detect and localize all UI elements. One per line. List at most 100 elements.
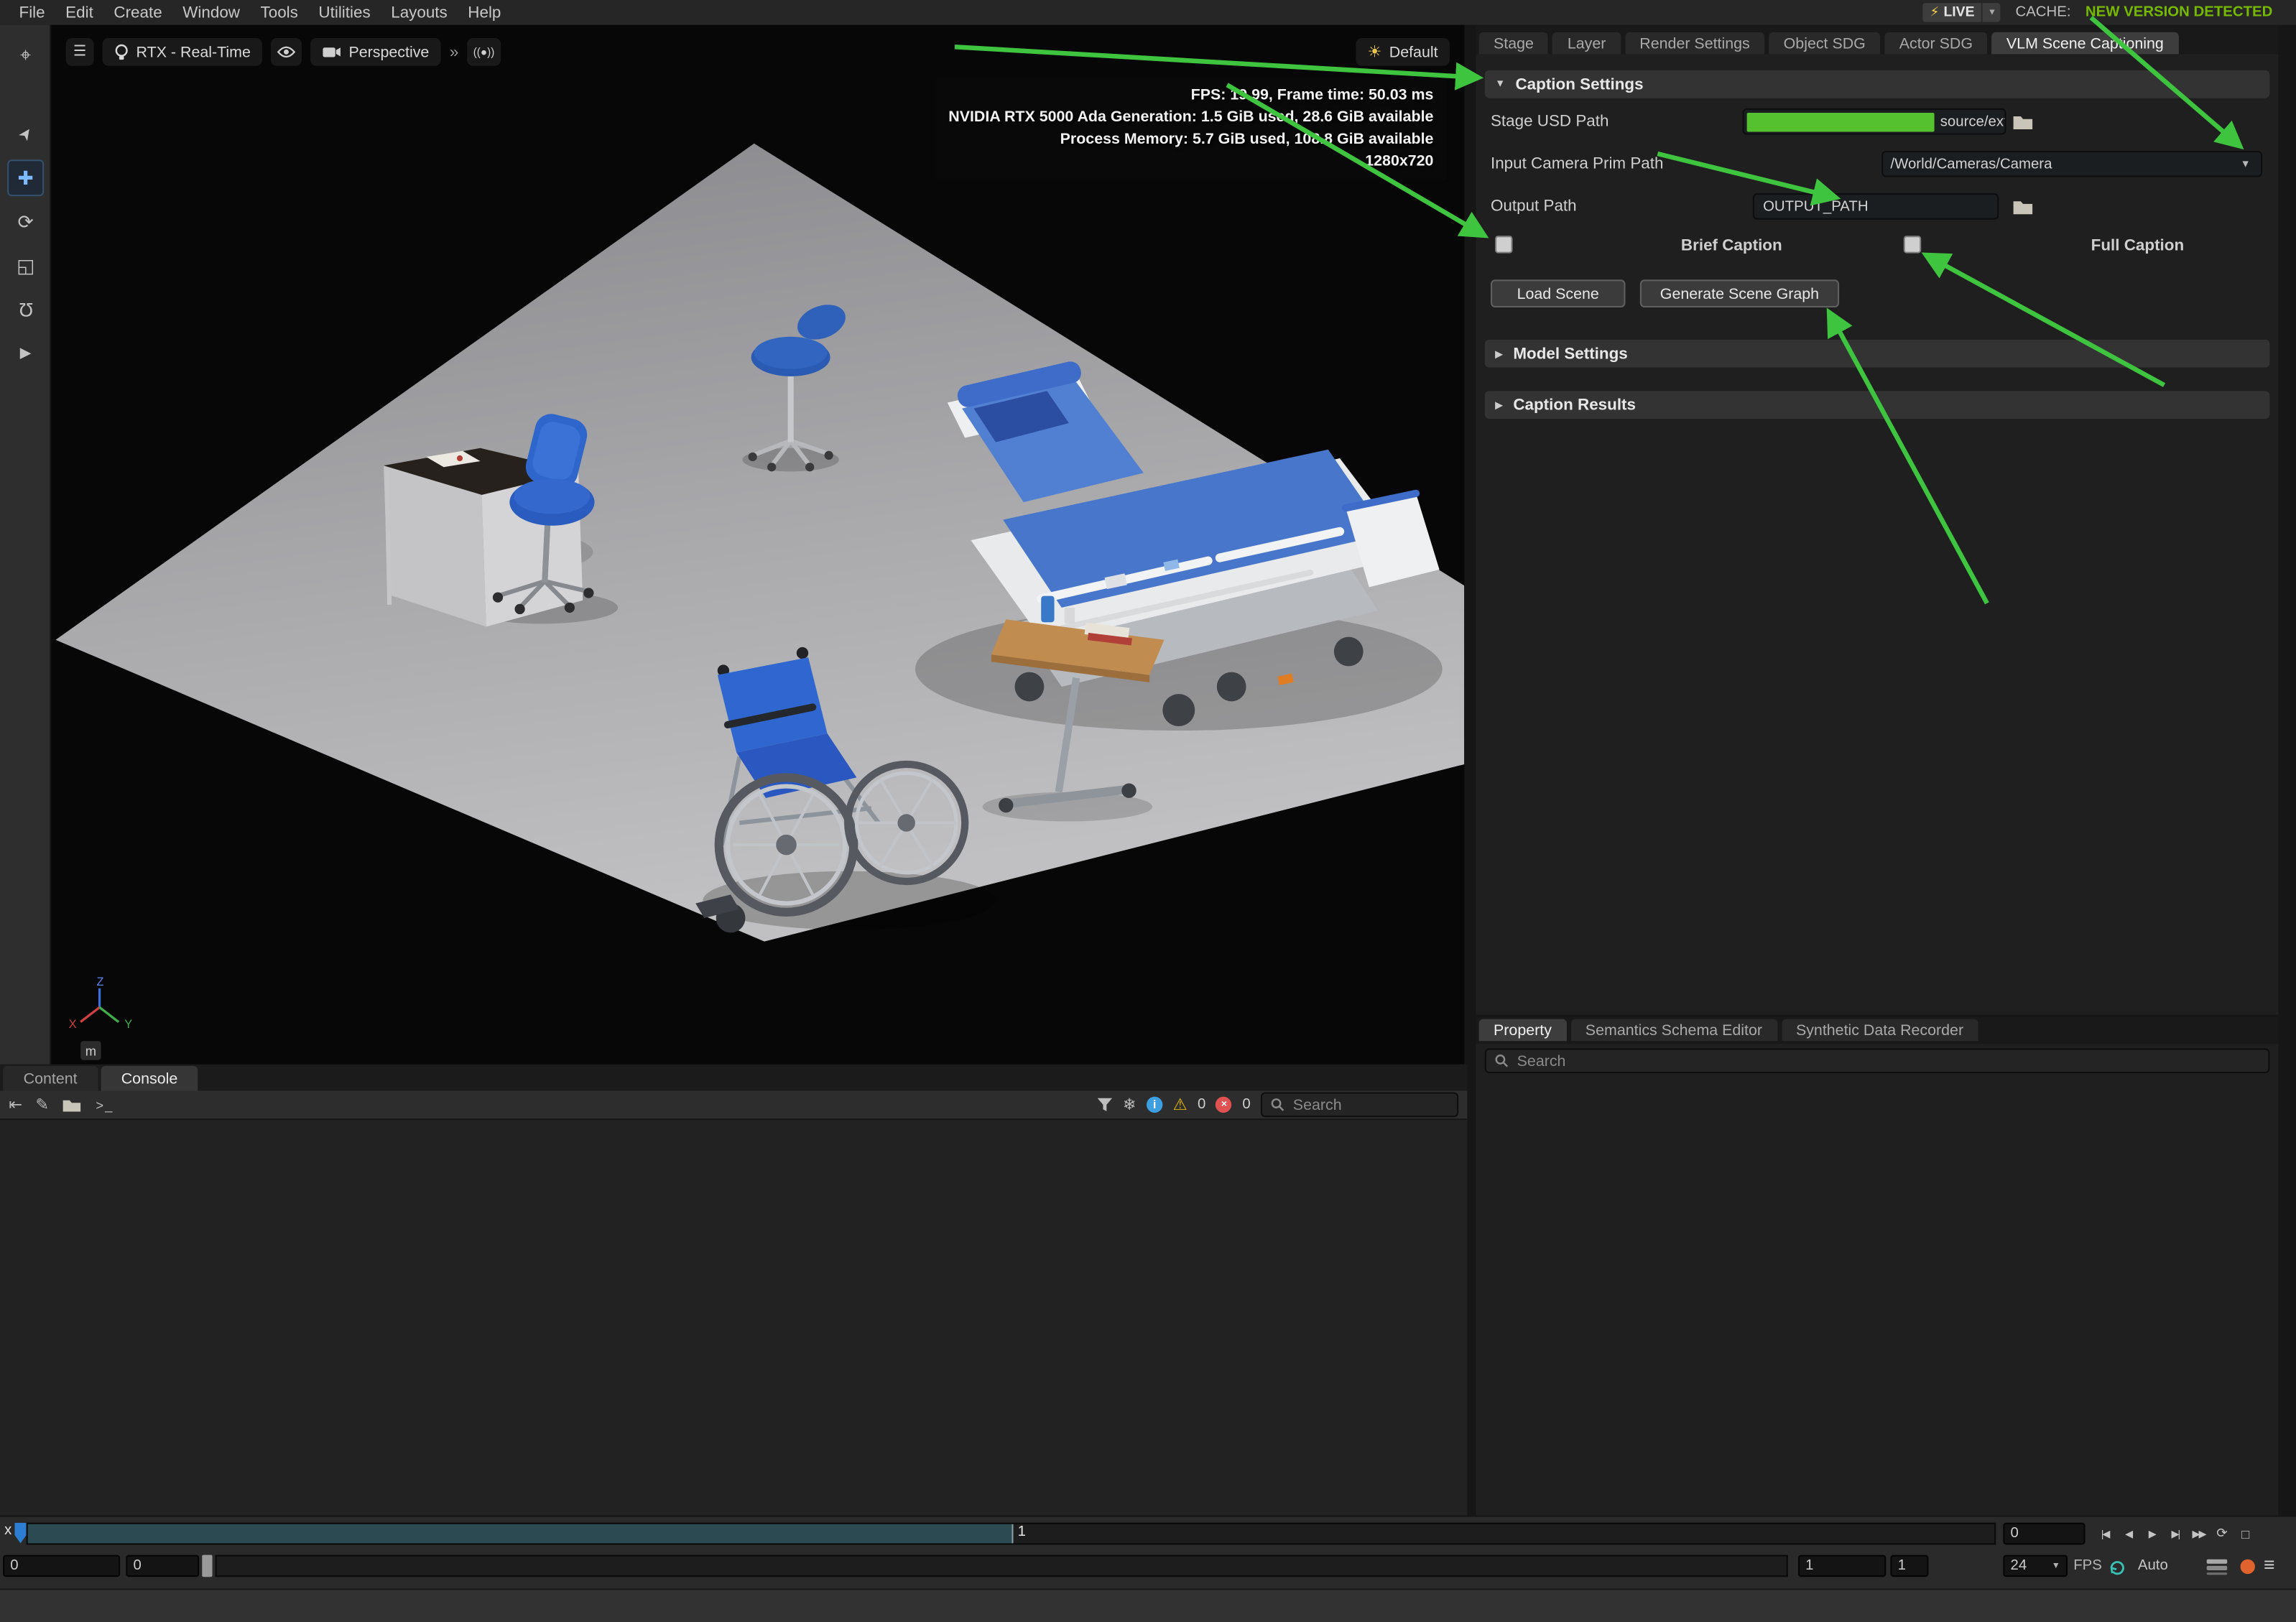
move-tool-button[interactable]: ✚ [7,159,44,196]
error-count: 0 [1242,1097,1250,1113]
renderer-label: RTX - Real-Time [136,43,251,60]
menu-layouts[interactable]: Layouts [381,4,458,21]
tab-synthetic-data-recorder[interactable]: Synthetic Data Recorder [1782,1019,1978,1042]
range-start-field[interactable]: 0 [3,1555,120,1577]
menu-file[interactable]: File [9,4,55,21]
viewport-3d[interactable]: ☰ RTX - Real-Time Perspective » ((●)) ☀ … [51,25,1464,1065]
snap-tool-button[interactable]: Ω [7,292,44,328]
tab-actor-sdg[interactable]: Actor SDG [1884,32,1987,55]
auto-label[interactable]: Auto [2138,1555,2168,1577]
output-path-browse-button[interactable] [2012,198,2035,215]
load-scene-button[interactable]: Load Scene [1491,279,1626,307]
sdg-panel: Stage Layer Render Settings Object SDG A… [1476,25,2279,1015]
scale-tool-button[interactable]: ◱ [7,247,44,284]
playhead-marker[interactable] [14,1523,26,1544]
gizmo-toggle-button[interactable]: ((●)) [468,38,501,66]
axis-y-label: Y [124,1018,132,1031]
tab-stage[interactable]: Stage [1479,32,1549,55]
menu-help[interactable]: Help [458,4,511,21]
layers-icon[interactable] [2205,1558,2229,1575]
generate-scene-graph-button[interactable]: Generate Scene Graph [1640,279,1839,307]
tab-vlm-scene-captioning[interactable]: VLM Scene Captioning [1992,32,2179,55]
fps-dropdown[interactable]: 24 ▼ [2003,1555,2068,1577]
model-settings-header[interactable]: ▶ Model Settings [1485,340,2270,368]
live-button[interactable]: ⚡ LIVE [1922,3,1981,22]
warning-icon[interactable]: ⚠ [1173,1095,1188,1114]
timeline-track[interactable]: 1 [27,1523,1996,1545]
info-icon[interactable]: i [1147,1097,1162,1113]
new-version-label[interactable]: NEW VERSION DETECTED [2086,4,2272,20]
tab-render-settings[interactable]: Render Settings [1625,32,1764,55]
fps-label: FPS [2073,1555,2102,1577]
step-back-button[interactable]: ◀ [2117,1523,2139,1545]
range-handle[interactable] [202,1555,212,1577]
full-caption-checkbox[interactable] [1904,236,1921,253]
chevrons-icon[interactable]: » [450,43,458,60]
stats-line-fps: FPS: 19.99, Frame time: 50.03 ms [948,85,1433,107]
current-frame-field[interactable]: 0 [2003,1523,2085,1545]
console-search-input[interactable]: Search [1261,1093,1458,1118]
tab-console[interactable]: Console [101,1066,198,1091]
console-output[interactable] [0,1120,1467,1515]
menu-tools[interactable]: Tools [250,4,308,21]
range-start-alt-field[interactable]: 0 [126,1555,199,1577]
live-dropdown-caret[interactable]: ▼ [1982,3,2001,22]
menu-utilities[interactable]: Utilities [308,4,381,21]
scene-canvas[interactable] [51,25,1464,1065]
stage-usd-path-input[interactable]: source/ext [1743,108,2006,135]
eye-icon [277,45,296,58]
tab-property[interactable]: Property [1479,1019,1567,1042]
console-panel: Content Console ⇤ ✎ >_ ❄ i ⚠ 0 × 0 Searc… [0,1065,1467,1516]
range-end-field[interactable]: 1 [1798,1555,1886,1577]
range-track[interactable] [216,1555,1788,1577]
brief-caption-checkbox[interactable] [1495,236,1512,253]
menu-create[interactable]: Create [103,4,172,21]
timeline-menu-button[interactable]: ≡ [2264,1554,2274,1576]
renderer-button[interactable]: RTX - Real-Time [103,38,263,66]
axis-gizmo[interactable]: Z X Y [60,975,139,1039]
step-forward-button[interactable]: ▶| [2165,1523,2187,1545]
dock-icon[interactable]: ⇤ [9,1095,22,1114]
cached-frames-region [28,1524,1012,1543]
model-settings-title: Model Settings [1513,345,1627,362]
open-folder-icon[interactable] [62,1097,83,1113]
output-path-label: Output Path [1491,193,1577,220]
caption-settings-header[interactable]: ▼ Caption Settings [1485,70,2270,98]
selection-tool-button[interactable]: ⌖ [7,37,44,73]
timeline: x 1 0 |◀ ◀ ▶ ▶| ▶▶ ⟳ □ 0 0 1 1 24 ▼ FPS … [0,1516,2296,1589]
camera-button[interactable]: Perspective [310,38,440,66]
viewport-options-button[interactable]: ☰ [66,38,94,66]
output-path-input[interactable]: OUTPUT_PATH [1753,193,1999,220]
tab-content[interactable]: Content [3,1066,98,1091]
lightbulb-icon [114,43,129,60]
record-button[interactable] [2241,1560,2255,1574]
go-to-start-button[interactable]: |◀ [2094,1523,2116,1545]
play-tool-button[interactable]: ▶ [7,335,44,372]
edit-icon[interactable]: ✎ [35,1095,49,1114]
visibility-button[interactable] [271,38,302,66]
filter-icon[interactable] [1096,1097,1112,1113]
sync-icon[interactable] [2108,1558,2126,1575]
range-button[interactable]: □ [2234,1523,2256,1545]
tab-layer[interactable]: Layer [1552,32,1620,55]
tab-semantics-schema-editor[interactable]: Semantics Schema Editor [1570,1019,1777,1042]
error-icon[interactable]: × [1216,1097,1232,1113]
current-frame-line [1012,1524,1013,1543]
range-end-alt-field[interactable]: 1 [1890,1555,1928,1577]
go-to-end-button[interactable]: ▶▶ [2188,1523,2210,1545]
freeze-icon[interactable]: ❄ [1123,1095,1137,1114]
menu-edit[interactable]: Edit [55,4,103,21]
stage-usd-path-browse-button[interactable] [2012,113,2035,130]
caption-results-header[interactable]: ▶ Caption Results [1485,391,2270,419]
property-search-input[interactable]: Search [1485,1048,2270,1073]
rotate-tool-button[interactable]: ⟳ [7,203,44,240]
loop-button[interactable]: ⟳ [2211,1523,2233,1545]
stats-line-resolution: 1280x720 [948,151,1433,173]
input-camera-prim-path-dropdown[interactable]: /World/Cameras/Camera ▼ [1881,151,2262,177]
cursor-tool-button[interactable]: ➤ [7,116,44,152]
cache-label: CACHE: [2015,4,2070,20]
tab-object-sdg[interactable]: Object SDG [1769,32,1880,55]
play-button[interactable]: ▶ [2141,1523,2163,1545]
lighting-button[interactable]: ☀ Default [1356,38,1450,66]
menu-window[interactable]: Window [172,4,250,21]
